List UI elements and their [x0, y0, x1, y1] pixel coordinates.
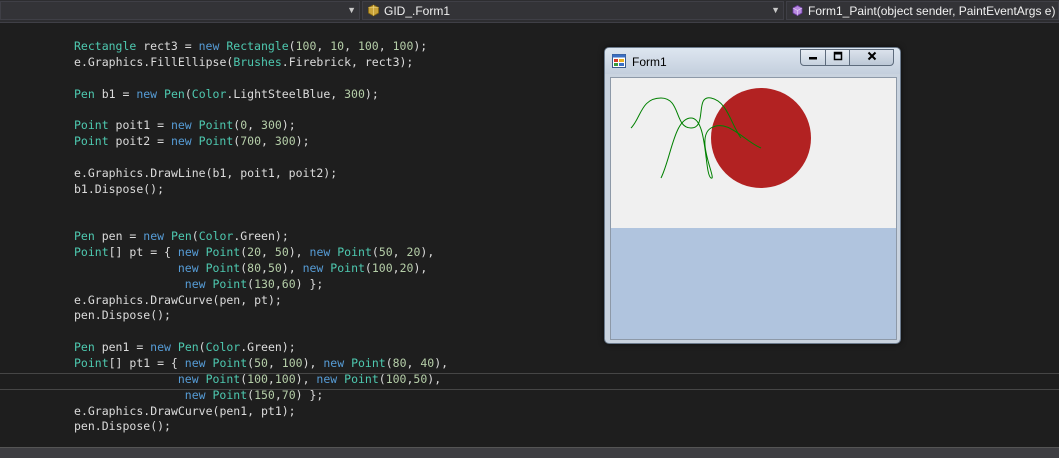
code-line: e.Graphics.DrawLine(b1, poit1, poit2);: [74, 165, 338, 180]
form1-window[interactable]: Form1: [604, 47, 901, 344]
maximize-button[interactable]: [825, 49, 850, 66]
caption-buttons: [800, 49, 894, 67]
code-line: e.Graphics.DrawCurve(pen, pt);: [74, 292, 282, 307]
form-client-area[interactable]: [610, 77, 897, 340]
method-icon: [791, 4, 804, 17]
form-app-icon: [612, 54, 626, 73]
code-line: Pen b1 = new Pen(Color.LightSteelBlue, 3…: [74, 86, 379, 101]
code-line: e.Graphics.DrawCurve(pen1, pt1);: [74, 403, 296, 418]
code-line: new Point(80,50), new Point(100,20),: [177, 260, 428, 275]
steelblue-band: [611, 228, 896, 339]
project-combo[interactable]: ▼: [0, 1, 360, 20]
close-button[interactable]: [849, 49, 894, 66]
code-line: new Point(150,70) };: [184, 387, 324, 402]
minimize-button[interactable]: [800, 49, 826, 66]
code-line: new Point(100,100), new Point(100,50),: [177, 371, 442, 386]
class-combo[interactable]: GID_.Form1 ▼: [362, 1, 784, 20]
code-line: Rectangle rect3 = new Rectangle(100, 10,…: [74, 39, 428, 53]
code-line: Point[] pt1 = { new Point(50, 100), new …: [74, 356, 449, 370]
minimize-icon: [808, 51, 818, 64]
code-line: pen.Dispose();: [74, 308, 171, 323]
code-line: Point poit1 = new Point(0, 300);: [74, 118, 296, 133]
navigation-bar: ▼ GID_.Form1 ▼ Form1_Paint(object sender…: [0, 0, 1059, 23]
code-line: pen.Dispose();: [74, 419, 171, 434]
class-combo-label: GID_.Form1: [384, 3, 451, 18]
maximize-icon: [833, 51, 843, 64]
paint-canvas: [611, 88, 896, 339]
code-line: e.Graphics.FillEllipse(Brushes.Firebrick…: [74, 54, 414, 69]
code-line: b1.Dispose();: [74, 181, 165, 196]
member-combo[interactable]: Form1_Paint(object sender, PaintEventArg…: [786, 1, 1059, 20]
close-icon: [867, 51, 877, 64]
code-line: Pen pen1 = new Pen(Color.Green);: [74, 340, 296, 355]
member-combo-label: Form1_Paint(object sender, PaintEventArg…: [808, 3, 1056, 18]
firebrick-ellipse: [711, 88, 811, 188]
code-line: Point[] pt = { new Point(20, 50), new Po…: [74, 245, 435, 260]
class-icon: [367, 4, 380, 17]
code-line: new Point(130,60) };: [184, 276, 324, 291]
code-line: Pen pen = new Pen(Color.Green);: [74, 229, 289, 244]
dropdown-arrow-icon[interactable]: ▼: [347, 5, 356, 15]
form-title: Form1: [632, 55, 667, 69]
code-line: Point poit2 = new Point(700, 300);: [74, 134, 310, 149]
horizontal-scrollbar[interactable]: [0, 447, 1059, 458]
dropdown-arrow-icon[interactable]: ▼: [771, 5, 780, 15]
form1-titlebar[interactable]: Form1: [605, 48, 900, 74]
